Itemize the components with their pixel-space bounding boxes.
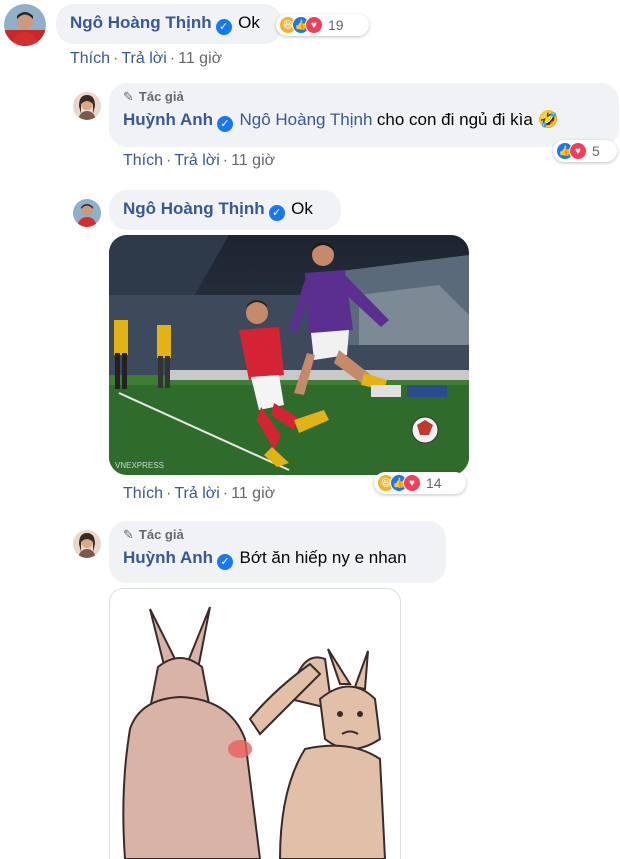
football-photo[interactable]: VNEXPRESS [109,235,469,475]
verified-badge-icon: ✓ [217,116,234,132]
avatar[interactable] [73,530,101,558]
verified-badge-icon: ✓ [215,19,232,35]
football-photo-image: VNEXPRESS [109,235,469,475]
reply-author[interactable]: Huỳnh Anh [123,110,213,129]
love-reaction-icon: ♥ [305,16,323,34]
separator: · [169,50,176,67]
avatar-photo [4,4,46,46]
avatar-photo [73,530,101,558]
reaction-summary[interactable]: 😆 👍 ♥ 19 [276,14,369,36]
like-link[interactable]: Thích [123,152,163,169]
reply-link[interactable]: Trả lời [174,485,219,502]
timestamp[interactable]: 11 giờ [231,485,275,502]
love-reaction-icon: ♥ [569,142,587,160]
pencil-icon: ✎ [123,89,134,104]
separator: · [166,152,172,169]
reaction-summary[interactable]: 👍 ♥ 5 [553,140,617,162]
author-badge: ✎ Tác giả [123,89,184,104]
reply-bubble: ✎ Tác giả Huỳnh Anh ✓ Ngô Hoàng Thịnh cho … [109,83,619,147]
reply-actions: Thích · Trả lời · 11 giờ [123,485,275,503]
reaction-count: 19 [328,17,344,33]
avatar-photo [73,199,101,227]
love-reaction-icon: ♥ [403,474,421,492]
reply-author[interactable]: Huỳnh Anh [123,548,213,567]
reaction-count: 5 [592,143,600,159]
watermark: VNEXPRESS [115,461,164,470]
kangaroo-meme-drawing [122,606,387,859]
comment-text: Ok [238,13,260,32]
avatar-photo [73,92,101,120]
reply-actions: Thích · Trả lời · 11 giờ [123,152,275,170]
separator: · [166,485,172,502]
reply-text: Ok [291,199,313,218]
reply-link[interactable]: Trả lời [174,152,219,169]
separator: · [113,50,119,67]
timestamp[interactable]: 11 giờ [178,50,222,67]
reaction-count: 14 [426,475,442,491]
avatar[interactable] [4,4,46,46]
reply-link[interactable]: Trả lời [121,50,166,67]
like-link[interactable]: Thích [123,485,163,502]
reply-bubble: ✎ Tác giả Huỳnh Anh ✓ Bớt ăn hiếp ny e nha… [109,521,446,583]
separator: · [222,485,229,502]
pencil-icon: ✎ [123,527,134,542]
like-link[interactable]: Thích [70,50,110,67]
comment-author[interactable]: Ngô Hoàng Thịnh [70,13,212,32]
reaction-summary[interactable]: 😆 👍 ♥ 14 [374,472,466,494]
comment-bubble: Ngô Hoàng Thịnh ✓ Ok [56,4,282,44]
reply-author[interactable]: Ngô Hoàng Thịnh [123,199,265,218]
timestamp[interactable]: 11 giờ [231,152,275,169]
reply-text: Bớt ăn hiếp ny e nhan [239,548,407,567]
mention-link[interactable]: Ngô Hoàng Thịnh [239,110,372,129]
avatar[interactable] [73,199,101,227]
kangaroo-meme-image[interactable] [109,588,401,859]
verified-badge-icon: ✓ [268,205,285,221]
comment-actions: Thích · Trả lời · 11 giờ [70,50,222,68]
avatar[interactable] [73,92,101,120]
author-badge: ✎ Tác giả [123,527,184,542]
verified-badge-icon: ✓ [217,554,234,570]
reply-bubble: Ngô Hoàng Thịnh ✓ Ok [109,190,341,230]
separator: · [222,152,229,169]
reply-text: cho con đi ngủ đi kìa 🤣 [376,110,559,129]
